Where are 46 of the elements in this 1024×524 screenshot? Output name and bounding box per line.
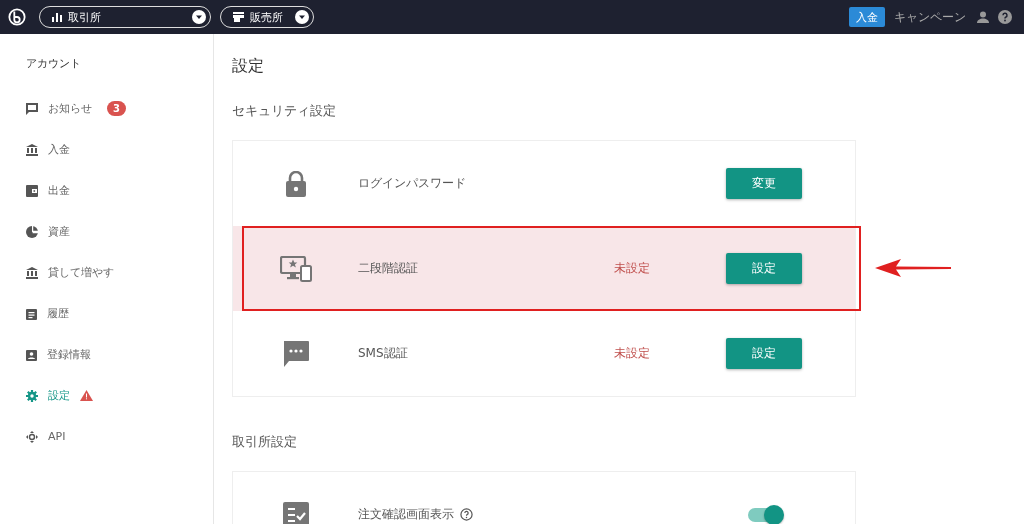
store-icon xyxy=(233,12,244,22)
campaign-link[interactable]: キャンペーン xyxy=(894,8,966,26)
bar-chart-icon xyxy=(52,12,62,22)
help-icon[interactable] xyxy=(460,508,473,521)
sidebar-item[interactable]: 出金 xyxy=(26,170,213,211)
sidebar-heading: アカウント xyxy=(26,56,82,72)
id-card-icon xyxy=(26,348,37,361)
setting-button[interactable]: 変更 xyxy=(726,168,802,199)
count-badge: 3 xyxy=(107,101,126,116)
caret-icon xyxy=(295,10,309,24)
arrow-icon xyxy=(875,259,951,277)
setting-label: 注文確認画面表示 xyxy=(358,506,454,523)
logo-icon[interactable] xyxy=(8,8,26,26)
sidebar-item[interactable]: 登録情報 xyxy=(26,334,213,375)
status-text: 未設定 xyxy=(614,346,650,360)
message-icon xyxy=(26,102,38,115)
sidebar-item[interactable]: 履歴 xyxy=(26,293,213,334)
pie-chart-icon xyxy=(26,225,38,238)
sidebar-item[interactable]: 資産 xyxy=(26,211,213,252)
devices-icon xyxy=(279,255,312,282)
status-text: 未設定 xyxy=(614,261,650,275)
settings-icon xyxy=(26,389,38,402)
chat-icon xyxy=(282,340,309,367)
sidebar-item[interactable]: 貸して増やす xyxy=(26,252,213,293)
bank-icon xyxy=(26,143,38,156)
sidebar-item[interactable]: 設定 xyxy=(26,375,213,416)
setting-label: 二段階認証 xyxy=(358,260,418,277)
bank-icon xyxy=(26,266,38,279)
setting-button[interactable]: 設定 xyxy=(726,338,802,369)
section-title: 取引所設定 xyxy=(232,433,298,451)
setting-label: SMS認証 xyxy=(358,345,408,362)
help-icon[interactable] xyxy=(998,10,1012,24)
sidebar-item[interactable]: API xyxy=(26,416,213,457)
caret-icon xyxy=(192,10,206,24)
clipboard-icon xyxy=(26,307,37,320)
sidebar-item[interactable]: お知らせ 3 xyxy=(26,88,213,129)
user-icon[interactable] xyxy=(977,11,989,23)
deposit-button[interactable]: 入金 xyxy=(849,7,885,27)
lock-icon xyxy=(285,170,306,197)
wallet-icon xyxy=(26,184,38,197)
sidebar-item[interactable]: 入金 xyxy=(26,129,213,170)
page-title: 設定 xyxy=(232,56,265,77)
api-icon xyxy=(26,430,38,443)
setting-label: ログインパスワード xyxy=(358,175,466,192)
section-title: セキュリティ設定 xyxy=(232,102,337,120)
setting-button[interactable]: 設定 xyxy=(726,253,802,284)
